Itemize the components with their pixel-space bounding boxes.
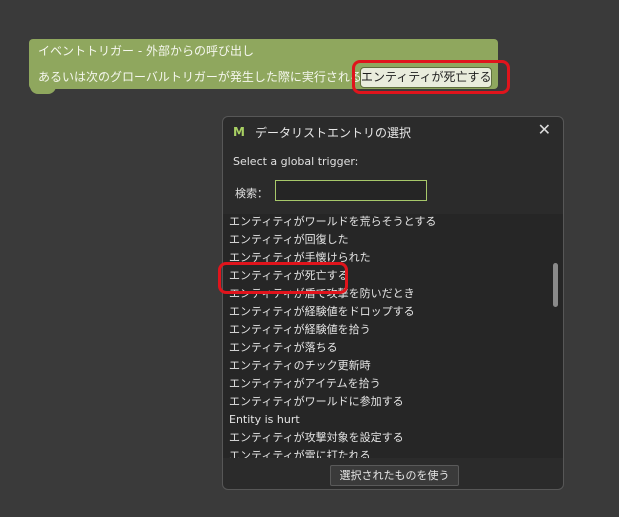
- block-connector-notch: [30, 84, 56, 94]
- list-item[interactable]: エンティティが盾で攻撃を防いだとき: [229, 285, 415, 303]
- dialog-prompt: Select a global trigger:: [233, 155, 359, 168]
- list-item[interactable]: エンティティが経験値をドロップする: [229, 303, 415, 321]
- list-item[interactable]: エンティティが落ちる: [229, 339, 338, 357]
- list-item[interactable]: エンティティがワールドを荒らそうとする: [229, 214, 436, 231]
- list-item[interactable]: エンティティが攻撃対象を設定する: [229, 429, 404, 447]
- list-item[interactable]: エンティティが手懐けられた: [229, 249, 371, 267]
- dialog-title: データリストエントリの選択: [255, 126, 412, 140]
- mcreator-logo-icon: M: [233, 125, 245, 139]
- list-item[interactable]: Entity is hurt: [229, 411, 300, 429]
- list-scrollbar[interactable]: [552, 219, 559, 455]
- use-selected-button[interactable]: 選択されたものを使う: [330, 465, 459, 486]
- list-item[interactable]: エンティティが雷に打たれる: [229, 447, 371, 458]
- list-item-selected[interactable]: エンティティが死亡する: [229, 267, 349, 285]
- trigger-title: イベントトリガー - 外部からの呼び出し: [38, 44, 254, 58]
- trigger-description: あるいは次のグローバルトリガーが発生した際に実行される: [38, 70, 362, 84]
- list-item[interactable]: エンティティのチック更新時: [229, 357, 371, 375]
- close-icon[interactable]: ✕: [538, 122, 551, 138]
- list-item[interactable]: エンティティがアイテムを拾う: [229, 375, 381, 393]
- scrollbar-thumb[interactable]: [553, 263, 558, 307]
- trigger-list[interactable]: エンティティがワールドを荒らそうとする エンティティが回復した エンティティが手…: [223, 214, 563, 458]
- list-item[interactable]: エンティティがワールドに参加する: [229, 393, 404, 411]
- data-list-selection-dialog: M データリストエントリの選択 ✕ Select a global trigge…: [222, 116, 564, 490]
- global-trigger-dropdown[interactable]: エンティティが死亡する: [360, 67, 492, 88]
- search-label: 検索：: [235, 187, 268, 200]
- search-input[interactable]: [275, 180, 427, 201]
- list-item[interactable]: エンティティが回復した: [229, 231, 349, 249]
- list-item[interactable]: エンティティが経験値を拾う: [229, 321, 371, 339]
